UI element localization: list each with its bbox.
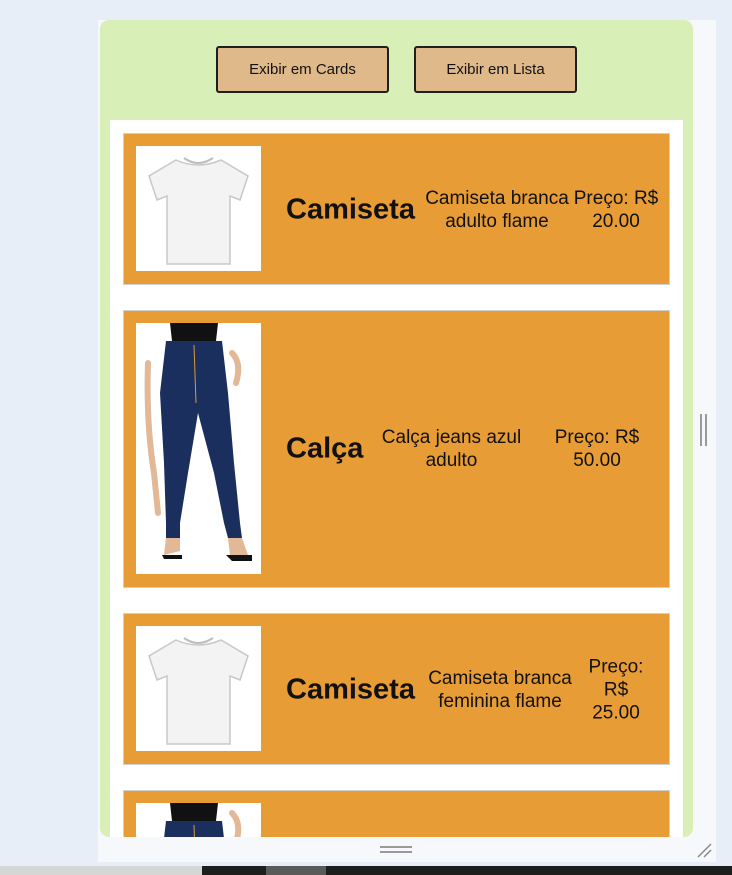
product-name: Camiseta [286, 673, 415, 706]
blue-jeans-icon [164, 803, 242, 837]
product-name: Camiseta [286, 193, 415, 226]
white-tshirt-icon [148, 637, 249, 745]
product-description: Calça jeans azul adulto [381, 427, 522, 471]
view-list-button[interactable]: Exibir em Lista [414, 46, 577, 93]
product-price: Preço: R$ 50.00 [554, 427, 640, 471]
product-item: Camiseta Camiseta branca feminina flame … [123, 613, 670, 765]
product-name: Calça [286, 432, 364, 465]
product-image [136, 803, 261, 837]
product-price: Preço: R$ 25.00 [588, 656, 644, 724]
vertical-resize-handle[interactable] [700, 414, 707, 446]
main-panel: Exibir em Cards Exibir em Lista Camiseta… [100, 20, 693, 837]
taskbar-section [0, 866, 202, 875]
product-item [123, 790, 670, 837]
horizontal-resize-handle[interactable] [380, 846, 412, 853]
blue-jeans-icon [144, 323, 252, 561]
product-list[interactable]: Camiseta Camiseta branca adulto flame Pr… [110, 120, 683, 837]
view-cards-button[interactable]: Exibir em Cards [216, 46, 389, 93]
product-item: Camiseta Camiseta branca adulto flame Pr… [123, 133, 670, 285]
product-description: Camiseta branca feminina flame [428, 668, 572, 712]
white-tshirt-icon [148, 157, 249, 265]
product-image [136, 626, 261, 751]
product-image [136, 323, 261, 574]
taskbar [0, 866, 732, 875]
product-image [136, 146, 261, 271]
product-price: Preço: R$ 20.00 [573, 188, 659, 232]
resize-corner-icon[interactable] [696, 842, 712, 858]
product-description: Camiseta branca adulto flame [425, 188, 569, 232]
taskbar-tab[interactable] [266, 866, 326, 875]
product-item: Calça Calça jeans azul adulto Preço: R$ … [123, 310, 670, 588]
